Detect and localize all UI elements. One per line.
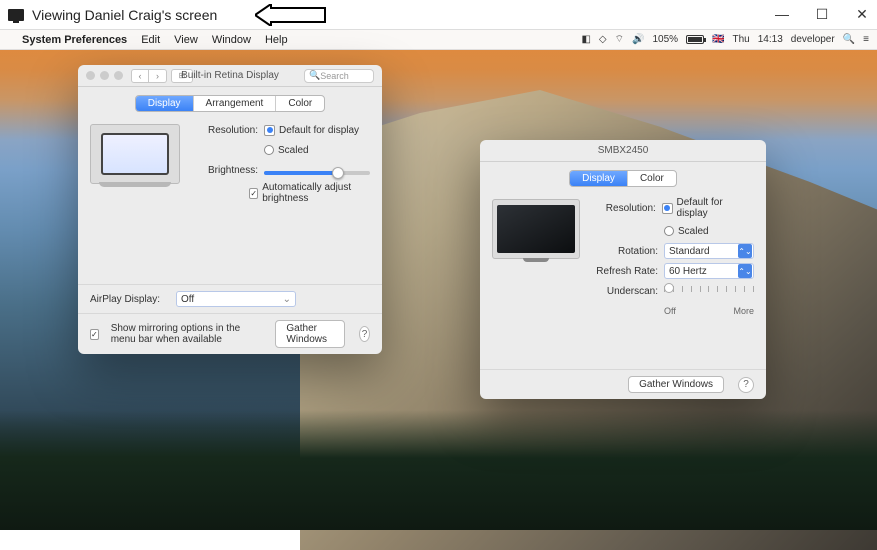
help-button[interactable]: ? — [738, 377, 754, 393]
tab-bar: Display Arrangement Color — [135, 95, 326, 112]
window-titlebar[interactable]: ‹ › ⊞ Built-in Retina Display 🔍 Search — [78, 65, 382, 87]
host-title: Viewing Daniel Craig's screen — [32, 7, 217, 23]
underscan-more-label: More — [733, 306, 754, 316]
monitor-icon — [8, 9, 24, 21]
notif-icon[interactable]: ≡ — [863, 34, 869, 45]
radio-default[interactable] — [264, 125, 275, 136]
mirror-checkbox[interactable] — [90, 329, 99, 340]
radio-default[interactable] — [662, 203, 673, 214]
tab-display[interactable]: Display — [136, 96, 194, 111]
mac-desktop: System Preferences Edit View Window Help… — [0, 30, 877, 530]
opt-default: Default for display — [279, 125, 359, 136]
wifi-icon[interactable]: ⌔ — [615, 33, 624, 46]
tab-display[interactable]: Display — [570, 171, 628, 186]
forward-button[interactable]: › — [149, 69, 167, 83]
close-button[interactable]: ✕ — [855, 6, 869, 23]
user-name[interactable]: developer — [791, 34, 835, 45]
search-input[interactable]: 🔍 Search — [304, 69, 374, 83]
app-menu[interactable]: System Preferences — [22, 34, 127, 46]
spotlight-icon[interactable]: 🔍 — [843, 34, 855, 45]
clock-time[interactable]: 14:13 — [758, 34, 783, 45]
minimize-button[interactable]: — — [775, 6, 789, 23]
window-title: Built-in Retina Display — [181, 70, 279, 81]
display-thumbnail — [90, 124, 180, 184]
menu-help[interactable]: Help — [265, 34, 288, 46]
resolution-label: Resolution: — [590, 203, 656, 214]
maximize-button[interactable]: ☐ — [815, 6, 829, 23]
annotation-arrow — [255, 4, 327, 26]
airplay-select[interactable]: Off⌄ — [176, 291, 296, 307]
status-icon[interactable]: ◇ — [599, 34, 607, 45]
tab-color[interactable]: Color — [276, 96, 324, 111]
tab-color[interactable]: Color — [628, 171, 676, 186]
wallpaper-trees — [0, 410, 877, 530]
underscan-label: Underscan: — [590, 286, 658, 297]
tab-bar: Display Color — [569, 170, 677, 187]
menu-window[interactable]: Window — [212, 34, 251, 46]
refresh-select[interactable]: 60 Hertz⌃⌄ — [664, 263, 754, 279]
display-thumbnail — [492, 199, 580, 259]
radio-scaled[interactable] — [664, 226, 674, 236]
radio-scaled[interactable] — [264, 145, 274, 155]
brightness-slider[interactable] — [264, 171, 370, 175]
clock-day: Thu — [733, 34, 750, 45]
input-flag[interactable]: 🇬🇧 — [712, 34, 724, 45]
back-button[interactable]: ‹ — [131, 69, 149, 83]
window-titlebar[interactable]: SMBX2450 — [480, 140, 766, 162]
refresh-label: Refresh Rate: — [590, 266, 658, 277]
display-prefs-window-external: SMBX2450 Display Color Resolution: Defau… — [480, 140, 766, 399]
rotation-select[interactable]: Standard⌃⌄ — [664, 243, 754, 259]
brightness-label: Brightness: — [190, 165, 258, 176]
menu-view[interactable]: View — [174, 34, 198, 46]
airplay-label: AirPlay Display: — [90, 294, 168, 305]
rotation-label: Rotation: — [590, 246, 658, 257]
status-icon[interactable]: ◧ — [581, 34, 590, 45]
mirror-label: Show mirroring options in the menu bar w… — [111, 323, 268, 345]
auto-brightness-checkbox[interactable] — [249, 188, 258, 199]
host-titlebar: Viewing Daniel Craig's screen — ☐ ✕ — [0, 0, 877, 30]
display-prefs-window-builtin: ‹ › ⊞ Built-in Retina Display 🔍 Search D… — [78, 65, 382, 354]
mac-menubar: System Preferences Edit View Window Help… — [0, 30, 877, 50]
traffic-lights[interactable] — [86, 71, 123, 80]
opt-scaled: Scaled — [278, 145, 309, 156]
auto-brightness-label: Automatically adjust brightness — [262, 182, 370, 204]
gather-windows-button[interactable]: Gather Windows — [275, 320, 345, 348]
volume-icon[interactable]: 🔊 — [632, 34, 644, 45]
help-button[interactable]: ? — [359, 326, 370, 342]
underscan-slider[interactable] — [664, 286, 754, 296]
resolution-label: Resolution: — [190, 125, 258, 136]
underscan-off-label: Off — [664, 306, 676, 316]
tab-arrangement[interactable]: Arrangement — [194, 96, 277, 111]
window-title: SMBX2450 — [598, 145, 649, 156]
battery-pct: 105% — [652, 34, 678, 45]
battery-icon[interactable] — [686, 35, 704, 44]
opt-scaled: Scaled — [678, 226, 709, 237]
gather-windows-button[interactable]: Gather Windows — [628, 376, 724, 393]
opt-default: Default for display — [677, 197, 754, 219]
menu-edit[interactable]: Edit — [141, 34, 160, 46]
